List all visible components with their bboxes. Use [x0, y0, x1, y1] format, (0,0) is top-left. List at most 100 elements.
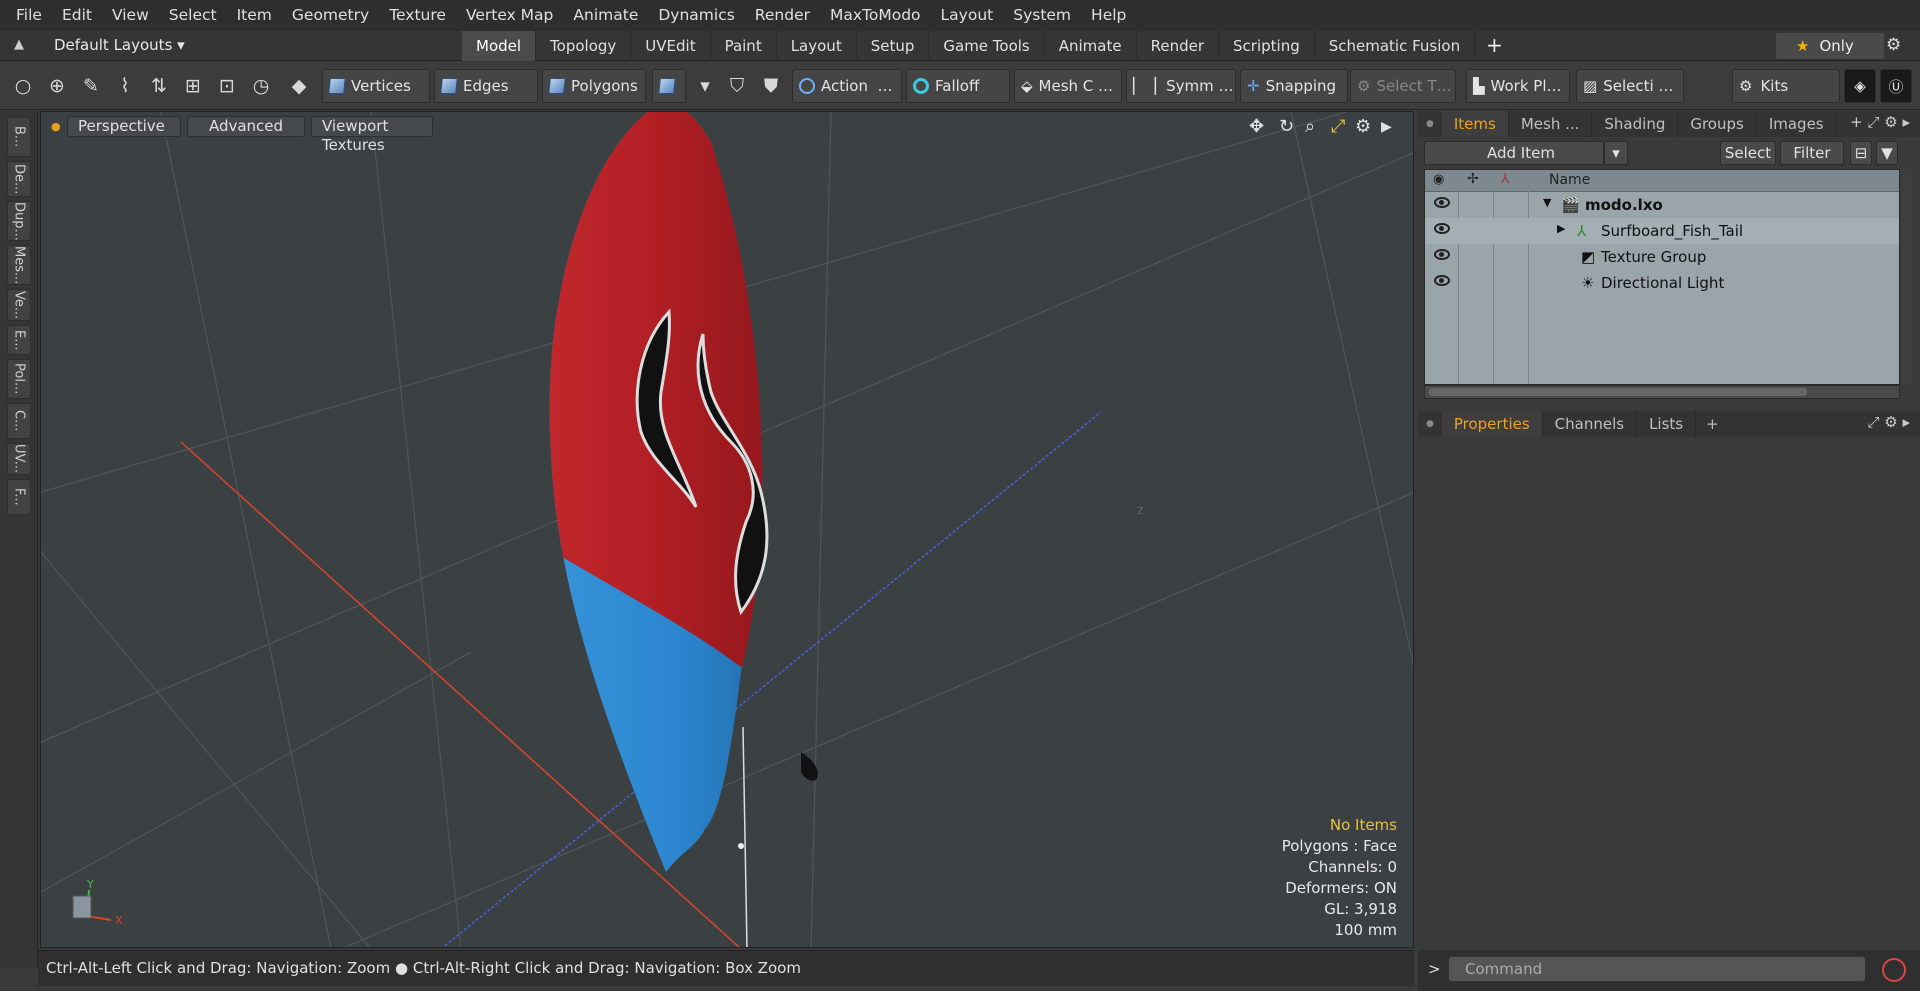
box-icon[interactable]: ⊡ [214, 73, 240, 99]
filter-button[interactable]: Filter [1780, 141, 1844, 165]
items-tab-mesh[interactable]: Mesh ... [1509, 111, 1593, 137]
visibility-header-icon[interactable]: ◉ [1433, 172, 1444, 187]
tree-row-mesh[interactable]: ▶ ⅄ Surfboard_Fish_Tail [1425, 218, 1899, 244]
command-input[interactable] [1448, 956, 1866, 982]
left-strip-tab[interactable]: F... [7, 479, 31, 515]
layout-tab-animate[interactable]: Animate [1045, 31, 1137, 61]
tree-row-texture-group[interactable]: ◩ Texture Group [1425, 244, 1899, 270]
select-through-button[interactable]: ⚙ Select T… [1350, 69, 1456, 103]
work-plane-button[interactable]: ▙ Work Pl… [1466, 69, 1570, 103]
menu-render[interactable]: Render [745, 0, 820, 31]
properties-tab-channels[interactable]: Channels [1543, 411, 1638, 437]
left-strip-tab[interactable]: Mes... [7, 245, 31, 285]
left-strip-tab[interactable]: E... [7, 325, 31, 355]
pan-icon[interactable]: ✥ [1249, 116, 1264, 137]
menu-geometry[interactable]: Geometry [282, 0, 379, 31]
item-tree-vertical-scrollbar[interactable] [1901, 169, 1913, 385]
layout-tab-uvedit[interactable]: UVEdit [631, 31, 711, 61]
viewport-gear-icon[interactable]: ⚙ [1355, 116, 1371, 137]
funnel-icon[interactable]: ▼ [1876, 141, 1898, 165]
add-item-dropdown-icon[interactable]: ▾ [1604, 141, 1628, 165]
left-strip-tab[interactable]: Pol... [7, 359, 31, 399]
kits-button[interactable]: ⚙ Kits [1732, 69, 1840, 103]
items-tab-shading[interactable]: Shading [1592, 111, 1679, 137]
gear-icon[interactable]: ⚙ [1886, 35, 1901, 55]
tree-row-scene[interactable]: ▼ 🎬 modo.lxo [1425, 192, 1899, 218]
items-tab-images[interactable]: Images [1757, 111, 1837, 137]
left-strip-tab[interactable]: C... [7, 403, 31, 439]
expand-down-icon[interactable]: ▼ [1543, 196, 1551, 209]
brush-icon[interactable]: ⌇ [112, 73, 138, 99]
left-strip-tab[interactable]: Dup... [7, 201, 31, 241]
selection-sets-button[interactable]: ▨ Selecti … [1576, 69, 1684, 103]
record-icon[interactable] [1882, 958, 1906, 982]
perspective-button[interactable]: Perspective [67, 116, 181, 137]
vertices-button[interactable]: Vertices [322, 69, 430, 103]
menu-edit[interactable]: Edit [52, 0, 102, 31]
menu-maxtomodo[interactable]: MaxToModo [820, 0, 931, 31]
menu-select[interactable]: Select [159, 0, 227, 31]
viewport-textures-button[interactable]: Viewport Textures [311, 116, 433, 154]
shield-icon[interactable]: ⛊ [758, 73, 784, 99]
tree-row-light[interactable]: ☀ Directional Light [1425, 270, 1899, 296]
properties-tab-properties[interactable]: Properties [1441, 411, 1543, 437]
drag-icon[interactable]: ⇅ [146, 73, 172, 99]
left-strip-tab[interactable]: UV... [7, 443, 31, 475]
falloff-button[interactable]: Falloff [906, 69, 1010, 103]
left-strip-tab[interactable]: De... [7, 161, 31, 197]
zoom-icon[interactable]: ⌕ [1305, 116, 1315, 137]
expand-right-icon[interactable]: ▶ [1557, 222, 1565, 235]
expand-arrow-icon[interactable]: ▶ [1381, 119, 1392, 135]
symmetry-button[interactable]: ▏▕ Symm … [1126, 69, 1236, 103]
unity-button[interactable]: ◈ [1844, 69, 1876, 103]
menu-dynamics[interactable]: Dynamics [648, 0, 744, 31]
items-tab-groups[interactable]: Groups [1678, 111, 1757, 137]
items-tab-items[interactable]: Items [1441, 111, 1509, 137]
render-header-icon[interactable]: ⅄ [1501, 171, 1510, 187]
action-center-button[interactable]: Action … [792, 69, 902, 103]
layout-tab-scripting[interactable]: Scripting [1219, 31, 1315, 61]
layout-tab-schematic-fusion[interactable]: Schematic Fusion [1315, 31, 1476, 61]
items-panel-controls-icon[interactable]: + ⤢ ⚙ ▸ [1850, 113, 1910, 131]
menu-vertex-map[interactable]: Vertex Map [456, 0, 563, 31]
layout-tab-render[interactable]: Render [1137, 31, 1220, 61]
dropdown-arrow-icon[interactable]: ▾ [692, 73, 718, 99]
add-properties-tab-icon[interactable]: + [1696, 415, 1729, 433]
name-column-header[interactable]: Name [1549, 172, 1590, 188]
only-button[interactable]: ★ Only [1776, 33, 1884, 59]
menu-item[interactable]: Item [227, 0, 282, 31]
eye-icon[interactable] [1434, 249, 1450, 260]
eye-icon[interactable] [1434, 197, 1450, 208]
layout-tab-setup[interactable]: Setup [857, 31, 930, 61]
transform-icon[interactable]: ⊞ [180, 73, 206, 99]
mesh-constraint-button[interactable]: ⬙ Mesh C … [1014, 69, 1122, 103]
scrollbar-thumb[interactable] [1429, 388, 1807, 396]
layout-tab-topology[interactable]: Topology [536, 31, 632, 61]
polygons-button[interactable]: Polygons [542, 69, 646, 103]
pen-icon[interactable]: ✎ [78, 73, 104, 99]
layout-tab-model[interactable]: Model [462, 31, 537, 61]
eye-icon[interactable] [1434, 275, 1450, 286]
left-strip-tab[interactable]: Ve... [7, 289, 31, 321]
left-strip-tab[interactable]: B... [7, 117, 31, 157]
menu-file[interactable]: File [6, 0, 52, 31]
lock-header-icon[interactable]: ✢ [1467, 171, 1479, 187]
properties-panel-controls-icon[interactable]: ⤢ ⚙ ▸ [1867, 413, 1910, 431]
material-mode-button[interactable] [652, 69, 686, 103]
select-button[interactable]: Select [1720, 141, 1776, 165]
orbit-icon[interactable]: ↻ [1279, 116, 1294, 137]
rotate-icon[interactable]: ◷ [248, 73, 274, 99]
collapse-icon[interactable]: ⊟ [1850, 141, 1872, 165]
snapping-button[interactable]: ✛ Snapping [1240, 69, 1348, 103]
add-item-button[interactable]: Add Item [1424, 141, 1604, 165]
layout-collapse-icon[interactable]: ▲ [14, 37, 24, 52]
layout-tab-paint[interactable]: Paint [711, 31, 777, 61]
advanced-button[interactable]: Advanced [187, 116, 305, 137]
default-layouts-dropdown[interactable]: Default Layouts ▾ [54, 36, 185, 54]
layout-tab-layout[interactable]: Layout [777, 31, 857, 61]
eye-icon[interactable] [1434, 223, 1450, 234]
menu-view[interactable]: View [102, 0, 159, 31]
symmetry-shield-icon[interactable]: ⛉ [724, 73, 750, 99]
menu-animate[interactable]: Animate [563, 0, 648, 31]
fit-icon[interactable]: ⤢ [1331, 116, 1345, 137]
